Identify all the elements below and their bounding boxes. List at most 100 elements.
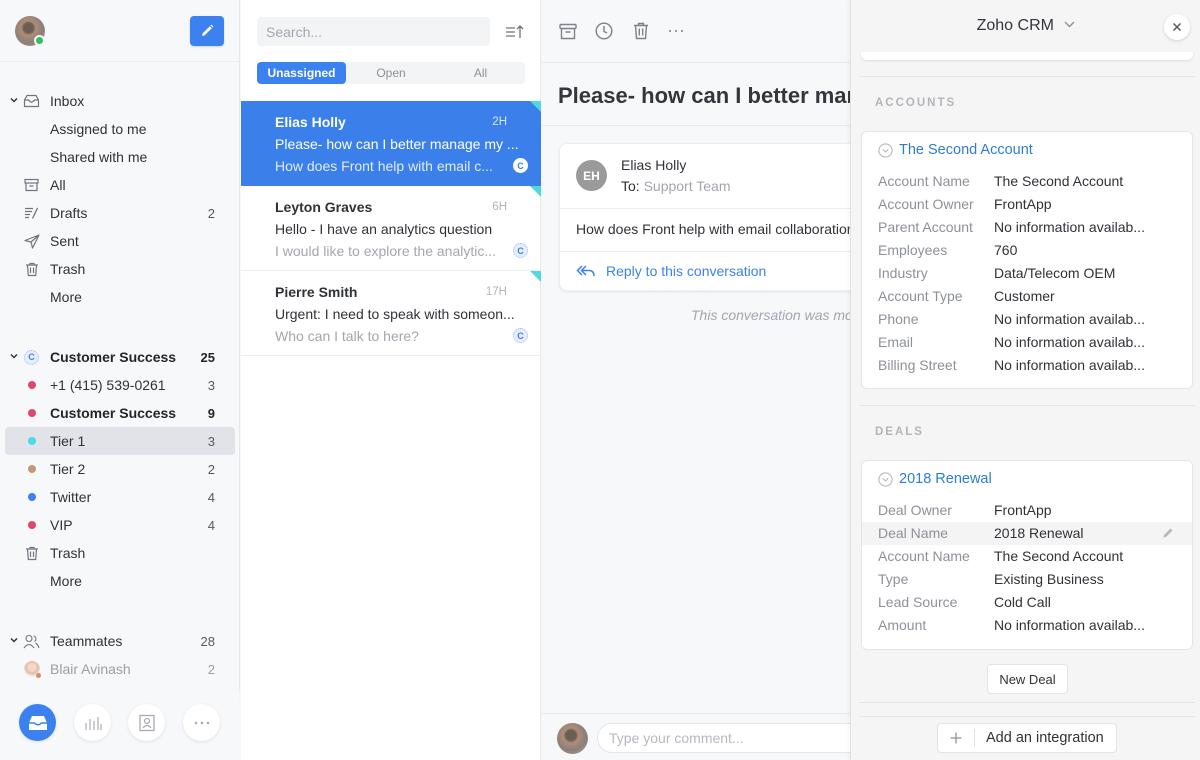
deal-name-link[interactable]: 2018 Renewal	[899, 471, 992, 487]
comment-input[interactable]	[597, 723, 850, 753]
chevron-down-icon	[1064, 21, 1075, 28]
system-note: This conversation was moved	[691, 307, 850, 323]
sidebar-item-twitter[interactable]: Twitter 4	[0, 483, 240, 511]
sidebar-item-more[interactable]: More	[0, 283, 240, 311]
reply-button[interactable]: Reply to this conversation	[576, 263, 766, 279]
sidebar-item-inbox[interactable]: Inbox	[0, 87, 240, 115]
sidebar-item-count: 9	[207, 405, 215, 421]
to-label: To:	[621, 178, 640, 194]
sidebar-item-sent[interactable]: Sent	[0, 227, 240, 255]
chevron-down-icon[interactable]	[9, 635, 19, 645]
sidebar-item-vip[interactable]: VIP 4	[0, 511, 240, 539]
team-badge-icon: C	[23, 349, 40, 365]
compose-button[interactable]	[190, 16, 224, 46]
field-row: Email No information availab...	[862, 331, 1192, 354]
snooze-button[interactable]	[594, 21, 614, 41]
delete-button[interactable]	[631, 21, 651, 41]
more-button[interactable]	[183, 704, 220, 741]
sender-avatar: EH	[576, 160, 607, 191]
field-value: FrontApp	[994, 502, 1052, 518]
message-sender[interactable]: Elias Holly	[621, 157, 686, 173]
field-value: No information availab...	[994, 219, 1145, 235]
field-row: Parent Account No information availab...	[862, 216, 1192, 239]
tag-dot-icon	[27, 521, 36, 529]
sidebar-item-tier-1[interactable]: Tier 1 3	[5, 427, 235, 455]
tag-corner-icon	[530, 271, 541, 282]
field-label: Account Name	[878, 173, 970, 189]
sidebar-item-label: Trash	[50, 261, 86, 277]
sidebar-item-shared-with-me[interactable]: Shared with me	[0, 143, 240, 171]
conversation-time: 17H	[485, 286, 507, 298]
field-row: Lead Source Cold Call	[862, 591, 1192, 614]
conversation-time: 6H	[492, 201, 507, 213]
sidebar-item-assigned-to-me[interactable]: Assigned to me	[0, 115, 240, 143]
sidebar-item-phone[interactable]: +1 (415) 539-0261 3	[0, 371, 240, 399]
sidebar-item-drafts[interactable]: Drafts 2	[0, 199, 240, 227]
close-button[interactable]	[1164, 14, 1190, 40]
field-label: Employees	[878, 242, 948, 258]
conversation-item[interactable]: Leyton Graves 6H Hello - I have an analy…	[241, 186, 541, 271]
sidebar-item-teammates[interactable]: Teammates 28	[0, 627, 240, 655]
inbox-view-button[interactable]	[19, 704, 56, 741]
tag-dot-icon	[27, 409, 36, 417]
message-body: How does Front help with email collabora…	[576, 221, 850, 237]
field-row: Account Type Customer	[862, 285, 1192, 308]
new-deal-button[interactable]: New Deal	[987, 664, 1068, 694]
account-name-link[interactable]: The Second Account	[899, 142, 1033, 158]
sidebar-item-count: 2	[207, 661, 215, 677]
edit-pencil-icon[interactable]	[1162, 527, 1174, 539]
field-value: 2018 Renewal	[994, 525, 1084, 541]
field-row: Phone No information availab...	[862, 308, 1192, 331]
team-badge-icon: C	[513, 158, 528, 173]
conversation-time: 2H	[492, 116, 507, 128]
add-integration-button[interactable]: Add an integration	[937, 723, 1117, 753]
drafts-icon	[23, 205, 40, 221]
sidebar-item-customer-success[interactable]: Customer Success 9	[0, 399, 240, 427]
trash-icon	[23, 261, 40, 277]
sidebar-item-count: 4	[207, 517, 215, 533]
sidebar-item-teammate[interactable]: Blair Avinash 2	[0, 655, 240, 683]
accounts-header: ACCOUNTS	[875, 97, 957, 109]
deal-card-header[interactable]: 2018 Renewal	[878, 471, 992, 487]
sidebar-item-label: Inbox	[50, 93, 85, 109]
conversation-item[interactable]: Pierre Smith 17H Urgent: I need to speak…	[241, 271, 541, 356]
chevron-down-icon[interactable]	[9, 351, 19, 361]
chevron-circle-icon	[878, 471, 893, 487]
conversation-item[interactable]: Elias Holly 2H Please- how can I better …	[241, 101, 541, 186]
sidebar-item-label: +1 (415) 539-0261	[50, 377, 166, 393]
contacts-button[interactable]	[128, 704, 165, 741]
integration-selector[interactable]: Zoho CRM	[851, 17, 1200, 35]
sidebar-item-count: 28	[200, 633, 215, 649]
account-card-header[interactable]: The Second Account	[878, 142, 1033, 158]
sidebar-item-count: 2	[207, 461, 215, 477]
tag-dot-icon	[27, 493, 36, 501]
tag-corner-icon	[530, 186, 541, 197]
archive-button[interactable]	[558, 21, 578, 41]
tab-unassigned[interactable]: Unassigned	[257, 62, 346, 84]
search-input[interactable]	[257, 17, 490, 46]
teammate-avatar	[23, 661, 41, 678]
tag-dot-icon	[27, 437, 36, 445]
field-value: No information availab...	[994, 334, 1145, 350]
conversation-preview: How does Front help with email c...	[275, 158, 493, 174]
sidebar-item-team-more[interactable]: More	[0, 567, 240, 595]
deals-header: DEALS	[875, 426, 924, 438]
analytics-button[interactable]	[74, 704, 111, 741]
conversation-sender: Leyton Graves	[275, 199, 373, 215]
divider	[859, 76, 1195, 77]
chevron-down-icon[interactable]	[9, 95, 19, 105]
conversation-subject: Please- how can I better manage my ...	[275, 136, 519, 152]
sidebar-item-team-trash[interactable]: Trash	[0, 539, 240, 567]
sidebar-item-customer-success-team[interactable]: C Customer Success 25	[0, 343, 240, 371]
tab-all[interactable]: All	[436, 62, 525, 84]
field-label: Industry	[878, 265, 928, 281]
more-actions-button[interactable]	[666, 21, 686, 41]
sidebar-item-label: Drafts	[50, 205, 88, 221]
tab-open[interactable]: Open	[346, 62, 436, 84]
sidebar-item-tier-2[interactable]: Tier 2 2	[0, 455, 240, 483]
sidebar-item-trash[interactable]: Trash	[0, 255, 240, 283]
field-row[interactable]: Deal Name 2018 Renewal	[862, 522, 1192, 545]
divider	[542, 125, 850, 126]
sort-icon[interactable]	[505, 23, 525, 41]
sidebar-item-all[interactable]: All	[0, 171, 240, 199]
